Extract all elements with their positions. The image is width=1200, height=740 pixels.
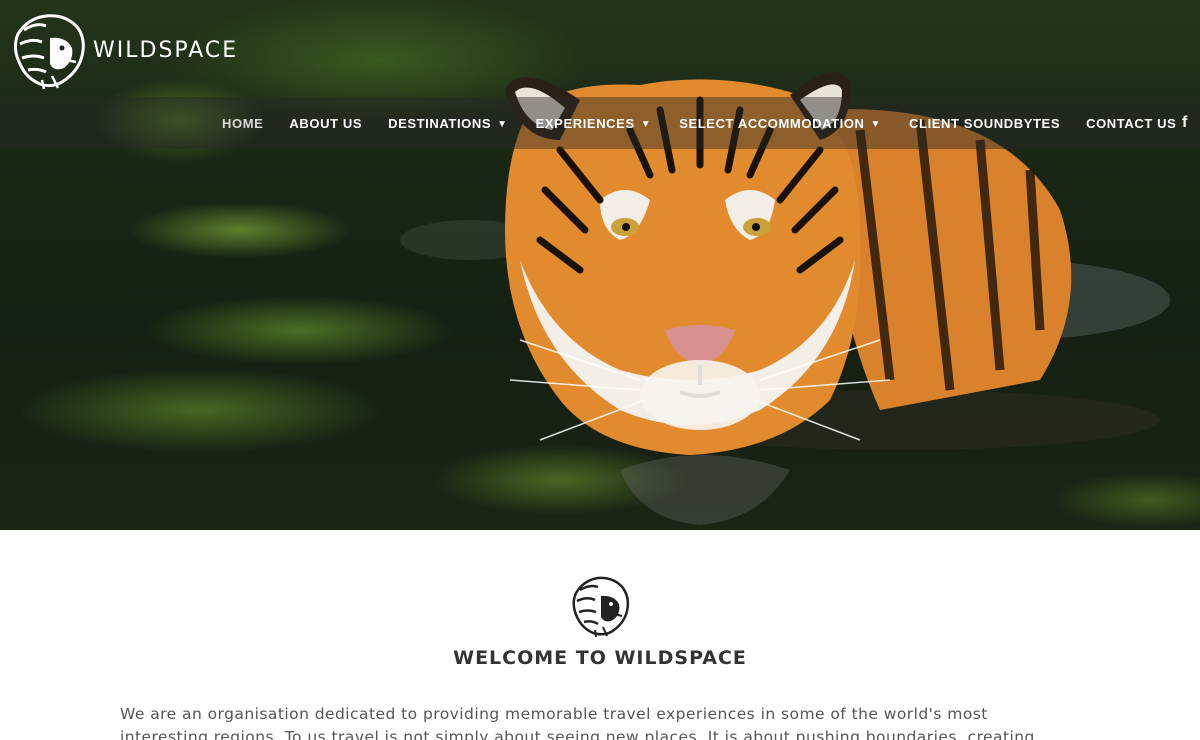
nav-item-label: EXPERIENCES [535,116,635,131]
nav-item-label: DESTINATIONS [388,116,492,131]
hero-banner: WILDSPACE HOME ABOUT US DESTINATIONS ▼ E… [0,0,1200,530]
nav-item-label: ABOUT US [289,116,363,131]
lion-head-icon [572,576,630,638]
welcome-heading: WELCOME TO WILDSPACE [453,647,747,669]
chevron-down-icon: ▼ [870,118,882,130]
main-navigation: HOME ABOUT US DESTINATIONS ▼ EXPERIENCES… [222,116,1176,131]
facebook-icon[interactable]: f [1182,114,1187,132]
intro-paragraph: We are an organisation dedicated to prov… [120,705,1035,740]
nav-item-client-soundbytes[interactable]: CLIENT SOUNDBYTES [909,116,1060,131]
nav-item-about-us[interactable]: ABOUT US [289,116,362,131]
nav-item-experiences[interactable]: EXPERIENCES ▼ [536,116,652,131]
nav-item-label: SELECT ACCOMMODATION [679,116,865,131]
nav-item-label: HOME [222,116,264,131]
nav-item-label: CONTACT US [1086,116,1177,131]
site-logo[interactable]: WILDSPACE [6,10,238,90]
nav-item-destinations[interactable]: DESTINATIONS ▼ [388,116,508,131]
nav-item-label: CLIENT SOUNDBYTES [909,116,1061,131]
nav-item-contact-us[interactable]: CONTACT US [1086,116,1176,131]
lion-head-icon [13,14,85,90]
brand-name: WILDSPACE [93,37,239,63]
nav-item-select-accommodation[interactable]: SELECT ACCOMMODATION ▼ [679,116,881,131]
chevron-down-icon: ▼ [497,118,508,130]
nav-item-home[interactable]: HOME [222,116,263,131]
chevron-down-icon: ▼ [640,118,652,130]
